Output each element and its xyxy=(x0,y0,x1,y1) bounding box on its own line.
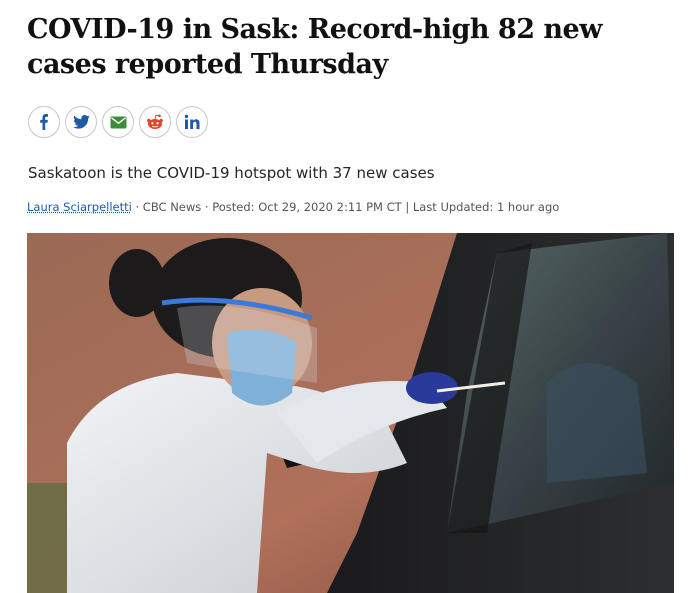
share-twitter-button[interactable] xyxy=(65,106,97,138)
byline-source: CBC News xyxy=(142,200,202,214)
byline-separator: · xyxy=(201,200,213,214)
byline-posted: Posted: Oct 29, 2020 2:11 PM CT xyxy=(212,200,402,214)
share-email-button[interactable] xyxy=(102,106,134,138)
facebook-icon xyxy=(40,114,48,130)
article-headline: COVID-19 in Sask: Record-high 82 new cas… xyxy=(27,14,602,80)
linkedin-icon xyxy=(184,114,200,129)
article-deck: Saskatoon is the COVID-19 hotspot with 3… xyxy=(28,164,435,182)
lead-photo xyxy=(27,233,674,593)
share-facebook-button[interactable] xyxy=(28,106,60,138)
share-linkedin-button[interactable] xyxy=(176,106,208,138)
article-byline: Laura Sciarpelletti · CBC News · Posted:… xyxy=(27,200,559,214)
share-bar xyxy=(28,104,208,140)
byline-updated: Last Updated: 1 hour ago xyxy=(412,200,560,214)
twitter-icon xyxy=(72,115,90,129)
email-icon xyxy=(110,116,126,128)
author-link[interactable]: Laura Sciarpelletti xyxy=(27,200,132,214)
byline-divider: | xyxy=(401,200,413,214)
reddit-icon xyxy=(147,114,163,129)
byline-separator: · xyxy=(131,200,143,214)
share-reddit-button[interactable] xyxy=(139,106,171,138)
